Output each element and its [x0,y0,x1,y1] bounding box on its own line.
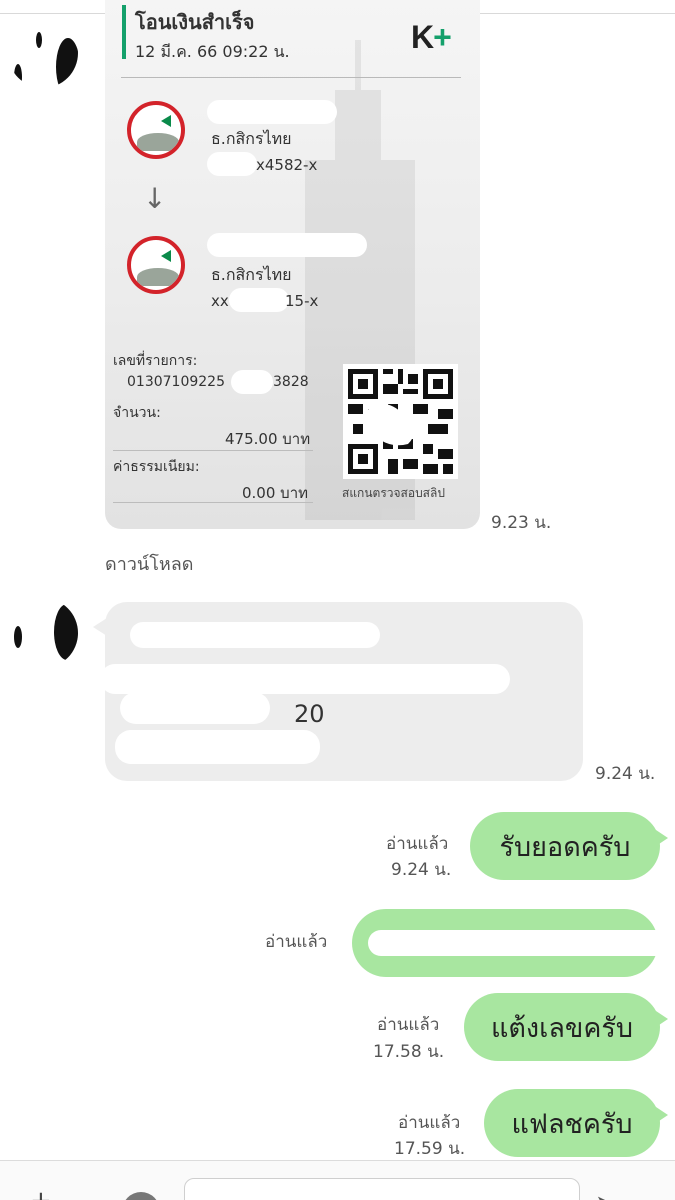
qr-caption: สแกนตรวจสอบสลิป [342,486,445,500]
read-receipt: อ่านแล้ว [398,1113,461,1133]
incoming-timestamp: 9.24 น. [595,764,656,784]
receiver-account-end: 15-x [285,292,319,310]
send-icon[interactable]: ➤ [595,1190,617,1200]
receiver-bank: ธ.กสิกรไทย [211,265,292,284]
ref-label: เลขที่รายการ: [113,353,198,369]
read-receipt: อ่านแล้ว [265,932,328,952]
slip-datetime: 12 มี.ค. 66 09:22 น. [135,42,290,61]
receiver-account-start: xx [211,292,229,310]
incoming-text-fragment: 20 [294,700,325,728]
redacted-text [100,664,510,694]
message-input[interactable] [184,1178,580,1200]
redacted-text [115,730,320,764]
amount-value: 475.00 บาท [225,430,311,448]
message-time: 9.24 น. [391,860,452,880]
outgoing-bubble-tail [656,1107,668,1123]
ref-value-start: 01307109225 [127,374,225,390]
redacted-ref [231,370,273,394]
outgoing-message-bubble[interactable]: แต้งเลขครับ [464,993,660,1061]
sender-avatar[interactable] [8,598,78,668]
transfer-slip-image[interactable]: โอนเงินสำเร็จ 12 มี.ค. 66 09:22 น. K+ ธ.… [105,0,480,529]
outgoing-message-bubble[interactable]: แฟลชครับ [484,1089,660,1157]
ref-value-end: 3828 [273,374,309,390]
read-receipt: อ่านแล้ว [377,1015,440,1035]
arrow-down-icon: ↓ [143,182,167,215]
read-receipt: อ่านแล้ว [386,834,449,854]
slip-timestamp: 9.23 น. [491,513,552,533]
kbank-logo-icon [127,101,185,159]
redacted-text [130,622,380,648]
fee-divider [113,502,313,503]
redacted-text [120,692,270,724]
slip-title: โอนเงินสำเร็จ [135,10,255,34]
sender-avatar[interactable] [8,18,78,88]
message-time: 17.58 น. [373,1042,445,1062]
message-time: 17.59 น. [394,1139,466,1159]
redacted-sender-name [207,100,337,124]
title-accent-bar [122,5,126,59]
outgoing-bubble-tail [656,1011,668,1027]
slip-divider [121,77,461,78]
sender-bank: ธ.กสิกรไทย [211,129,292,148]
redacted-sender-account [207,152,257,176]
sender-account: x4582-x [256,156,318,174]
kbank-logo-icon [127,236,185,294]
amount-divider [113,450,313,451]
outgoing-bubble-tail [656,830,668,846]
qr-code-icon [343,364,458,479]
amount-label: จำนวน: [113,405,161,421]
kplus-logo: K+ [411,19,452,55]
redacted-text [368,930,668,956]
outgoing-message-bubble[interactable]: รับยอดครับ [470,812,660,880]
redacted-receiver-account [229,288,289,312]
plus-icon[interactable]: + [30,1186,52,1200]
download-link[interactable]: ดาวน์โหลด [105,549,193,578]
fee-label: ค่าธรรมเนียม: [113,459,200,475]
redacted-receiver-name [207,233,367,257]
